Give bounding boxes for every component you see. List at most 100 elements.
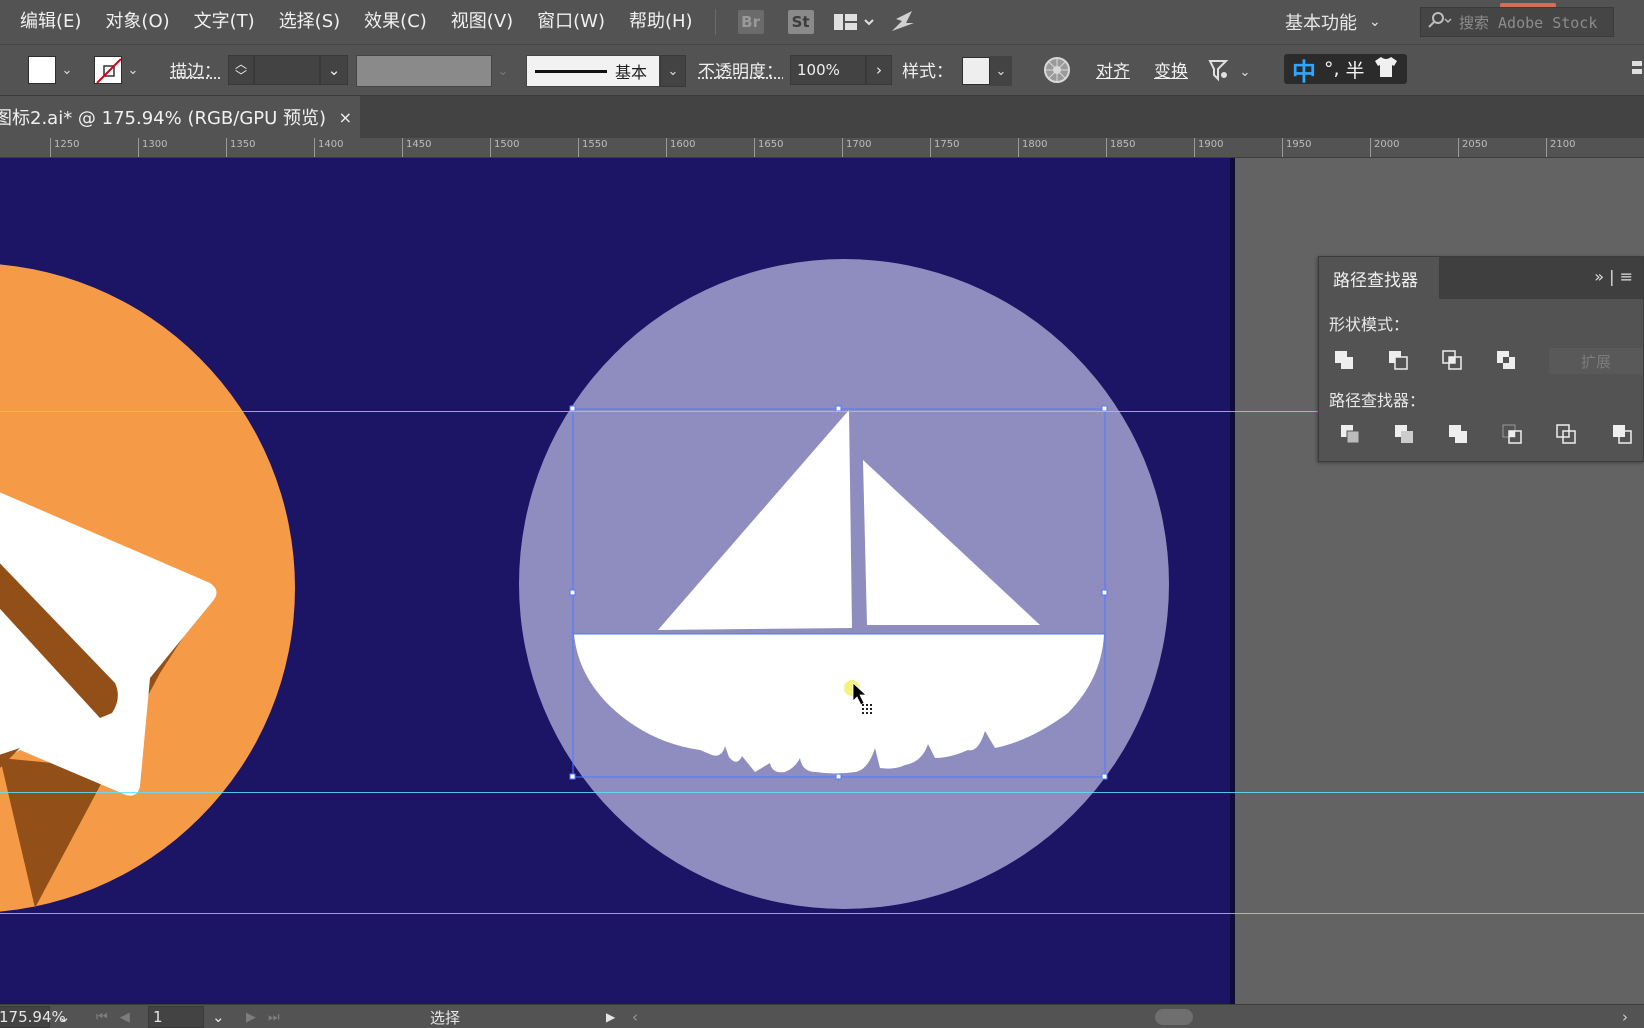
panel-collapse-menu-icon[interactable]: » | ≡	[1594, 267, 1633, 286]
last-artboard-icon[interactable]: ⏭	[268, 1010, 280, 1025]
document-tab[interactable]: 图标2.ai* @ 175.94% (RGB/GPU 预览) ×	[0, 96, 360, 138]
graphic-style-dropdown-icon[interactable]: ⌄	[990, 56, 1012, 86]
orange-star-icon[interactable]	[0, 263, 295, 913]
menu-effect[interactable]: 效果(C)	[352, 0, 439, 44]
menu-window[interactable]: 窗口(W)	[525, 0, 617, 44]
menu-view[interactable]: 视图(V)	[439, 0, 525, 44]
trim-icon[interactable]	[1393, 423, 1415, 445]
ruler-label: 2000	[1370, 138, 1399, 157]
intersect-icon[interactable]	[1441, 349, 1463, 371]
gpu-performance-icon[interactable]	[888, 9, 918, 35]
minus-front-icon[interactable]	[1387, 349, 1409, 371]
stroke-weight-input[interactable]	[254, 55, 320, 85]
menu-bar: 编辑(E) 对象(O) 文字(T) 选择(S) 效果(C) 视图(V) 窗口(W…	[0, 0, 1644, 44]
fill-swatch[interactable]	[28, 56, 56, 84]
artboard-nav-first-prev[interactable]: ⏮ ◀	[96, 1005, 130, 1028]
minus-back-icon[interactable]	[1611, 423, 1633, 445]
recolor-artwork-icon[interactable]	[1042, 55, 1072, 89]
ruler-label: 1250	[50, 138, 79, 157]
zoom-level-input[interactable]: 175.94%	[0, 1006, 66, 1028]
stroke-dropdown-icon[interactable]: ⌄	[122, 56, 144, 84]
align-link[interactable]: 对齐	[1096, 57, 1130, 82]
current-tool-label[interactable]: 选择	[430, 1005, 460, 1028]
scroll-left-icon[interactable]: ‹	[632, 1005, 638, 1028]
zoom-dropdown-icon[interactable]: ⌄	[58, 1008, 71, 1026]
search-icon	[1427, 11, 1453, 33]
ime-status-bar[interactable]: 中 °, 半	[1284, 52, 1407, 87]
exclude-icon[interactable]	[1495, 349, 1517, 371]
panel-menu-icon[interactable]	[1630, 59, 1644, 85]
artboard-number-input[interactable]: 1	[148, 1006, 204, 1028]
menu-edit[interactable]: 编辑(E)	[0, 0, 93, 44]
guide-line[interactable]	[0, 913, 1644, 914]
brush-definition[interactable]: 基本	[526, 55, 660, 87]
ruler-label: 1700	[842, 138, 871, 157]
style-label: 样式：	[902, 62, 953, 82]
outline-icon[interactable]	[1555, 423, 1577, 445]
shape-modes-label: 形状模式：	[1329, 315, 1410, 334]
ruler-label: 1550	[578, 138, 607, 157]
stroke-none-swatch[interactable]	[94, 56, 122, 84]
status-menu-arrow-icon[interactable]: ▶	[606, 1005, 615, 1028]
expand-button[interactable]: 扩展	[1549, 348, 1643, 374]
scroll-right-icon[interactable]: ›	[1622, 1005, 1628, 1028]
merge-icon[interactable]	[1447, 423, 1469, 445]
ruler-label: 1900	[1194, 138, 1223, 157]
brush-stroke-preview	[535, 69, 607, 73]
divide-icon[interactable]	[1339, 423, 1361, 445]
ime-punctuation[interactable]: °,	[1324, 58, 1340, 80]
menu-separator	[714, 9, 716, 35]
guide-line[interactable]	[0, 792, 1644, 793]
menu-select[interactable]: 选择(S)	[267, 0, 352, 44]
stroke-weight-dropdown-icon[interactable]: ⌄	[320, 55, 348, 85]
status-bar: 175.94% ⌄ ⏮ ◀ 1 ⌄ ▶ ⏭ 选择 ▶ ‹ ›	[0, 1004, 1644, 1028]
brush-dropdown-icon[interactable]: ⌄	[660, 55, 686, 87]
opacity-arrow-icon[interactable]: ›	[866, 55, 892, 85]
menu-type[interactable]: 文字(T)	[182, 0, 267, 44]
pathfinder-panel-header: 路径查找器 » | ≡	[1319, 257, 1643, 299]
close-icon[interactable]: ×	[339, 108, 352, 127]
crop-icon[interactable]	[1501, 423, 1523, 445]
bridge-icon[interactable]: Br	[737, 10, 764, 34]
menu-help[interactable]: 帮助(H)	[617, 0, 705, 44]
transform-link[interactable]: 变换	[1154, 57, 1188, 82]
pathfinder-panel: 路径查找器 » | ≡ 形状模式： 扩展 路径查找器：	[1318, 256, 1644, 462]
ime-chinese-mode[interactable]: 中	[1292, 52, 1316, 87]
artwork	[0, 259, 1169, 913]
artboard-edge	[1230, 158, 1235, 1004]
control-bar: ⌄ ⌄ 描边： ︿ ﹀ ⌄ ⌄ 基本 ⌄ 不透明度： 100% › 样式： ⌄ …	[0, 44, 1644, 96]
graphic-style-swatch[interactable]	[962, 57, 990, 85]
search-adobe-stock-input[interactable]: 搜索 Adobe Stock	[1420, 7, 1614, 37]
ruler-label: 1400	[314, 138, 343, 157]
ruler-label: 1450	[402, 138, 431, 157]
workspace-switcher[interactable]: 基本功能 ⌄	[1285, 0, 1381, 44]
unite-icon[interactable]	[1333, 349, 1355, 371]
previous-artboard-icon[interactable]: ◀	[120, 1010, 130, 1025]
opacity-label[interactable]: 不透明度：	[698, 57, 783, 82]
ime-halfwidth[interactable]: 半	[1346, 56, 1365, 83]
puppet-warp-dropdown-icon[interactable]: ⌄	[1234, 58, 1256, 86]
horizontal-ruler[interactable]: 1250 1300 1350 1400 1450 1500 1550 1600 1650 1700…	[0, 138, 1644, 158]
fill-dropdown-icon[interactable]: ⌄	[56, 56, 78, 84]
horizontal-scrollbar-thumb[interactable]	[1155, 1009, 1193, 1025]
opacity-input[interactable]: 100%	[790, 55, 866, 85]
ruler-label: 1950	[1282, 138, 1311, 157]
boat-icon[interactable]	[519, 259, 1169, 909]
variable-width-profile[interactable]	[356, 55, 492, 87]
stock-icon[interactable]: St	[787, 10, 814, 34]
artboard-dropdown-icon[interactable]: ⌄	[212, 1008, 225, 1026]
ruler-label: 2050	[1458, 138, 1487, 157]
pathfinder-tab[interactable]: 路径查找器	[1319, 257, 1439, 299]
menu-object[interactable]: 对象(O)	[93, 0, 181, 44]
ruler-label: 1750	[930, 138, 959, 157]
next-artboard-icon[interactable]: ▶	[246, 1010, 256, 1025]
ime-skin-icon[interactable]	[1373, 55, 1399, 84]
chevron-down-icon: ⌄	[1369, 14, 1381, 30]
first-artboard-icon[interactable]: ⏮	[96, 1010, 108, 1025]
stroke-weight-stepper[interactable]: ︿ ﹀	[228, 55, 254, 85]
arrange-documents-icon[interactable]	[832, 10, 876, 34]
profile-dropdown-icon[interactable]: ⌄	[492, 57, 514, 85]
ruler-label: 1500	[490, 138, 519, 157]
stroke-label[interactable]: 描边：	[170, 57, 221, 82]
puppet-warp-icon[interactable]	[1204, 55, 1234, 89]
